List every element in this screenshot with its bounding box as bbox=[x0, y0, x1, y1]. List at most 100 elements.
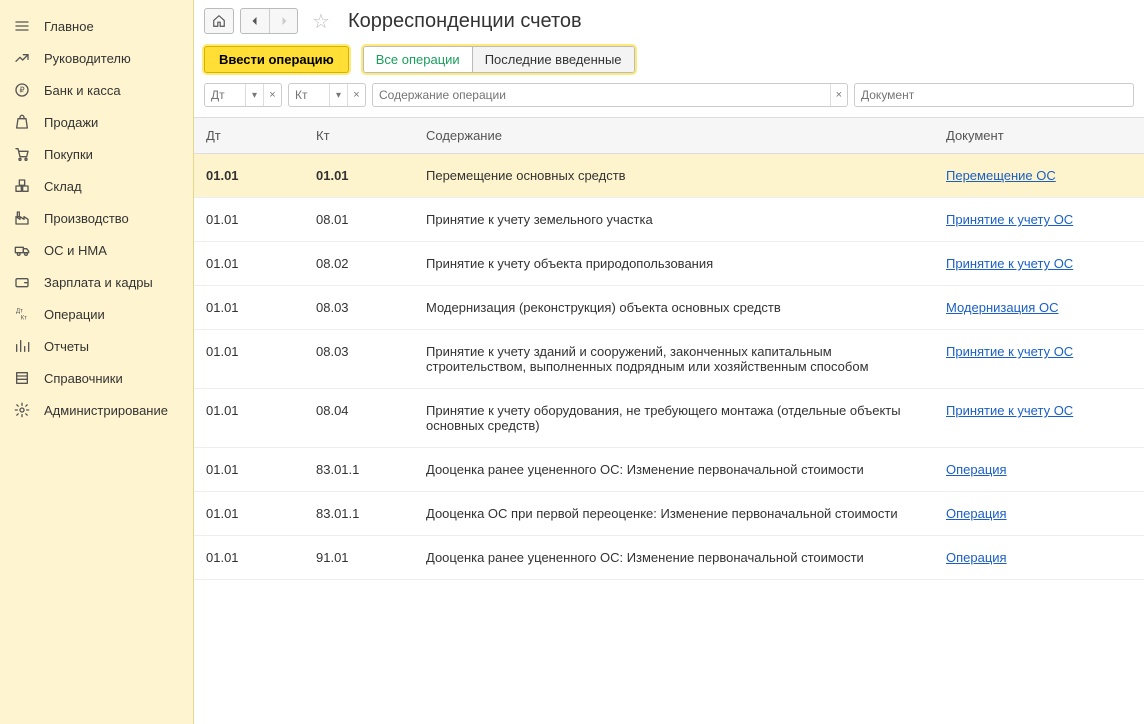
sidebar-item-truck[interactable]: ОС и НМА bbox=[0, 234, 193, 266]
home-button[interactable] bbox=[204, 8, 234, 34]
sidebar-item-report[interactable]: Отчеты bbox=[0, 330, 193, 362]
document-link[interactable]: Операция bbox=[946, 462, 1007, 477]
truck-icon bbox=[12, 242, 32, 258]
table-row[interactable]: 01.0101.01Перемещение основных средствПе… bbox=[194, 154, 1144, 198]
col-header-document[interactable]: Документ bbox=[934, 118, 1144, 154]
sidebar-item-factory[interactable]: Производство bbox=[0, 202, 193, 234]
document-link[interactable]: Операция bbox=[946, 506, 1007, 521]
sidebar-item-chart[interactable]: Руководителю bbox=[0, 42, 193, 74]
sidebar-item-menu[interactable]: Главное bbox=[0, 10, 193, 42]
cell-content: Принятие к учету оборудования, не требую… bbox=[414, 389, 934, 448]
back-button[interactable] bbox=[241, 9, 269, 33]
cell-kt: 08.03 bbox=[304, 330, 414, 389]
cell-kt: 83.01.1 bbox=[304, 492, 414, 536]
sidebar-item-label: Продажи bbox=[44, 115, 98, 130]
document-link[interactable]: Принятие к учету ОС bbox=[946, 256, 1073, 271]
filter-kt: ▾ × bbox=[288, 83, 366, 107]
sidebar-item-label: ОС и НМА bbox=[44, 243, 107, 258]
table-row[interactable]: 01.0108.01Принятие к учету земельного уч… bbox=[194, 198, 1144, 242]
filter-dt-input[interactable] bbox=[205, 84, 245, 106]
sidebar-item-book[interactable]: Справочники bbox=[0, 362, 193, 394]
sidebar-item-gear[interactable]: Администрирование bbox=[0, 394, 193, 426]
report-icon bbox=[12, 338, 32, 354]
cell-dt: 01.01 bbox=[194, 536, 304, 580]
filter-kt-input[interactable] bbox=[289, 84, 329, 106]
filter-content: × bbox=[372, 83, 848, 107]
filter-document bbox=[854, 83, 1134, 107]
col-header-content[interactable]: Содержание bbox=[414, 118, 934, 154]
sidebar-item-bag[interactable]: Продажи bbox=[0, 106, 193, 138]
sidebar-item-ruble[interactable]: ₽ Банк и касса bbox=[0, 74, 193, 106]
cell-dt: 01.01 bbox=[194, 242, 304, 286]
cell-document: Принятие к учету ОС bbox=[934, 242, 1144, 286]
cell-document: Операция bbox=[934, 448, 1144, 492]
table-row[interactable]: 01.0191.01Дооценка ранее уцененного ОС: … bbox=[194, 536, 1144, 580]
document-link[interactable]: Принятие к учету ОС bbox=[946, 403, 1073, 418]
document-link[interactable]: Операция bbox=[946, 550, 1007, 565]
cell-dt: 01.01 bbox=[194, 389, 304, 448]
sidebar-item-label: Отчеты bbox=[44, 339, 89, 354]
sidebar-item-label: Банк и касса bbox=[44, 83, 121, 98]
cart-icon bbox=[12, 146, 32, 162]
col-header-kt[interactable]: Кт bbox=[304, 118, 414, 154]
sidebar-item-label: Операции bbox=[44, 307, 105, 322]
table-wrap[interactable]: Дт Кт Содержание Документ 01.0101.01Пере… bbox=[194, 118, 1144, 724]
sidebar-item-label: Зарплата и кадры bbox=[44, 275, 153, 290]
cell-dt: 01.01 bbox=[194, 154, 304, 198]
document-link[interactable]: Перемещение ОС bbox=[946, 168, 1056, 183]
book-icon bbox=[12, 370, 32, 386]
boxes-icon bbox=[12, 178, 32, 194]
document-link[interactable]: Принятие к учету ОС bbox=[946, 344, 1073, 359]
forward-button[interactable] bbox=[269, 9, 297, 33]
table-row[interactable]: 01.0108.03Модернизация (реконструкция) о… bbox=[194, 286, 1144, 330]
document-link[interactable]: Принятие к учету ОС bbox=[946, 212, 1073, 227]
document-link[interactable]: Модернизация ОС bbox=[946, 300, 1058, 315]
table-row[interactable]: 01.0183.01.1Дооценка ОС при первой перео… bbox=[194, 492, 1144, 536]
filter-document-input[interactable] bbox=[855, 84, 1133, 106]
filter-content-clear[interactable]: × bbox=[830, 84, 847, 106]
table-row[interactable]: 01.0108.03Принятие к учету зданий и соор… bbox=[194, 330, 1144, 389]
cell-kt: 08.04 bbox=[304, 389, 414, 448]
menu-icon bbox=[12, 18, 32, 34]
wallet-icon bbox=[12, 274, 32, 290]
table-row[interactable]: 01.0108.02Принятие к учету объекта приро… bbox=[194, 242, 1144, 286]
tab-recent-operations[interactable]: Последние введенные bbox=[472, 47, 634, 72]
cell-content: Дооценка ранее уцененного ОС: Изменение … bbox=[414, 448, 934, 492]
cell-kt: 91.01 bbox=[304, 536, 414, 580]
gear-icon bbox=[12, 402, 32, 418]
toolbar-actions: Ввести операцию Все операции Последние в… bbox=[194, 40, 1144, 83]
sidebar-item-label: Покупки bbox=[44, 147, 93, 162]
cell-kt: 08.01 bbox=[304, 198, 414, 242]
sidebar: Главное Руководителю ₽ Банк и касса Продажи П… bbox=[0, 0, 194, 724]
cell-document: Принятие к учету ОС bbox=[934, 198, 1144, 242]
filter-content-input[interactable] bbox=[373, 84, 830, 106]
sidebar-item-dtkt[interactable]: ДтКтОперации bbox=[0, 298, 193, 330]
filter-kt-dropdown[interactable]: ▾ bbox=[329, 84, 347, 106]
sidebar-item-label: Производство bbox=[44, 211, 129, 226]
svg-text:₽: ₽ bbox=[19, 86, 24, 95]
sidebar-item-label: Главное bbox=[44, 19, 94, 34]
main: ☆ Корреспонденции счетов Ввести операцию… bbox=[194, 0, 1144, 724]
sidebar-item-boxes[interactable]: Склад bbox=[0, 170, 193, 202]
favorite-star-icon[interactable]: ☆ bbox=[308, 8, 334, 34]
operations-tab-group: Все операции Последние введенные bbox=[363, 46, 635, 73]
sidebar-item-cart[interactable]: Покупки bbox=[0, 138, 193, 170]
tab-all-operations[interactable]: Все операции bbox=[364, 47, 472, 72]
page-title: Корреспонденции счетов bbox=[348, 10, 582, 33]
cell-content: Принятие к учету земельного участка bbox=[414, 198, 934, 242]
filter-dt-clear[interactable]: × bbox=[263, 84, 281, 106]
cell-document: Принятие к учету ОС bbox=[934, 330, 1144, 389]
cell-dt: 01.01 bbox=[194, 286, 304, 330]
cell-content: Дооценка ранее уцененного ОС: Изменение … bbox=[414, 536, 934, 580]
table-row[interactable]: 01.0108.04Принятие к учету оборудования,… bbox=[194, 389, 1144, 448]
col-header-dt[interactable]: Дт bbox=[194, 118, 304, 154]
sidebar-item-wallet[interactable]: Зарплата и кадры bbox=[0, 266, 193, 298]
enter-operation-button[interactable]: Ввести операцию bbox=[204, 46, 349, 73]
sidebar-item-label: Руководителю bbox=[44, 51, 131, 66]
filter-kt-clear[interactable]: × bbox=[347, 84, 365, 106]
filter-dt: ▾ × bbox=[204, 83, 282, 107]
filter-dt-dropdown[interactable]: ▾ bbox=[245, 84, 263, 106]
cell-document: Операция bbox=[934, 536, 1144, 580]
table-row[interactable]: 01.0183.01.1Дооценка ранее уцененного ОС… bbox=[194, 448, 1144, 492]
correspondence-table: Дт Кт Содержание Документ 01.0101.01Пере… bbox=[194, 118, 1144, 580]
